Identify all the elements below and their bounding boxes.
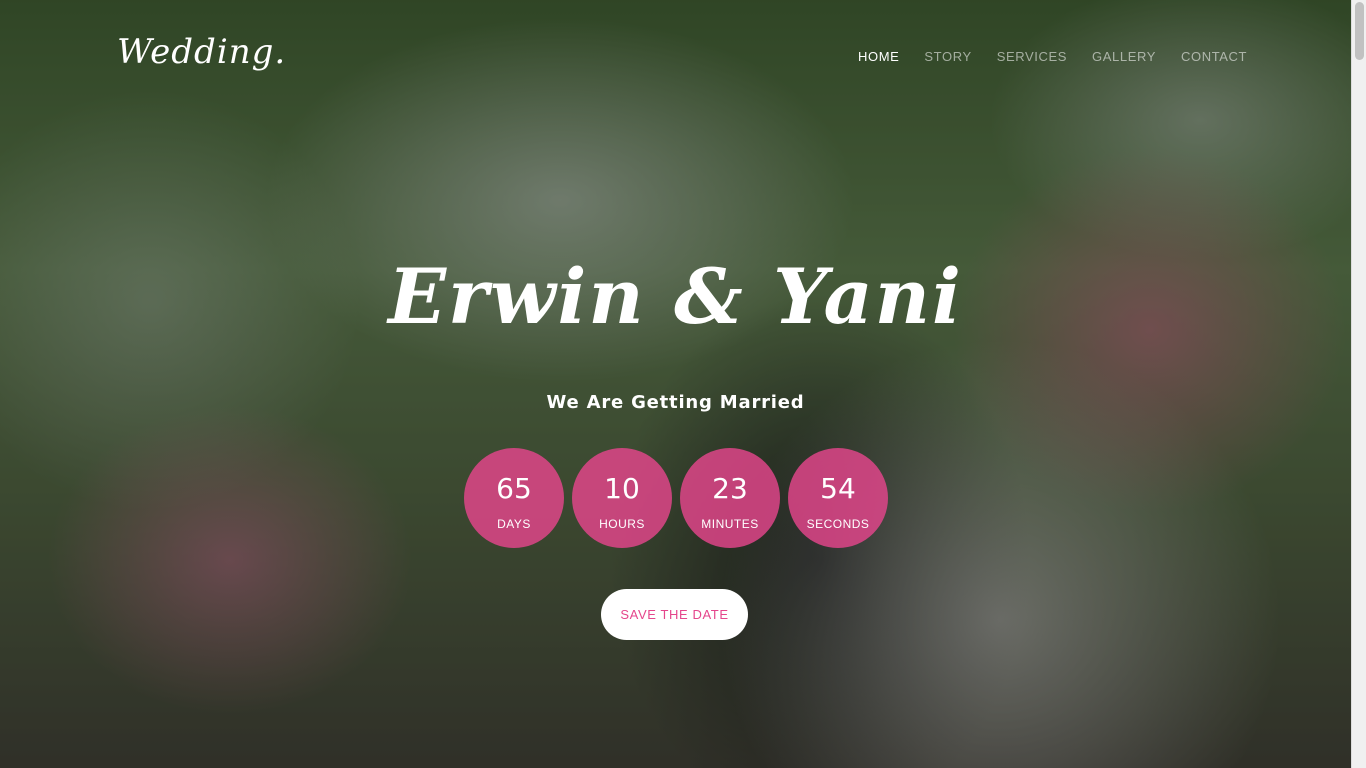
countdown-minutes: 23 MINUTES [680,448,780,548]
nav-item-home[interactable]: HOME [858,49,899,64]
countdown-seconds-value: 54 [820,472,856,505]
main-nav: HOME STORY SERVICES GALLERY CONTACT [858,49,1247,64]
hero-background-photo [0,0,1351,768]
hero-subtitle: We Are Getting Married [546,392,805,413]
countdown-hours: 10 HOURS [572,448,672,548]
nav-item-services[interactable]: SERVICES [997,49,1067,64]
page-scrollbar[interactable] [1351,0,1366,768]
scrollbar-thumb[interactable] [1355,2,1364,60]
countdown-days-label: DAYS [497,517,531,531]
nav-item-story[interactable]: STORY [924,49,971,64]
countdown-hours-value: 10 [604,472,640,505]
countdown-minutes-value: 23 [712,472,748,505]
nav-item-gallery[interactable]: GALLERY [1092,49,1156,64]
nav-item-contact[interactable]: CONTACT [1181,49,1247,64]
countdown-hours-label: HOURS [599,517,645,531]
save-the-date-button[interactable]: SAVE THE DATE [601,589,748,640]
countdown-seconds: 54 SECONDS [788,448,888,548]
countdown-timer: 65 DAYS 10 HOURS 23 MINUTES 54 SECONDS [464,448,888,548]
countdown-days-value: 65 [496,472,532,505]
countdown-minutes-label: MINUTES [701,517,759,531]
countdown-seconds-label: SECONDS [806,517,870,531]
brand-logo[interactable]: Wedding. [117,32,286,72]
hero-dark-overlay [0,0,1351,768]
countdown-days: 65 DAYS [464,448,564,548]
couple-names-heading: Erwin & Yani [388,252,963,341]
